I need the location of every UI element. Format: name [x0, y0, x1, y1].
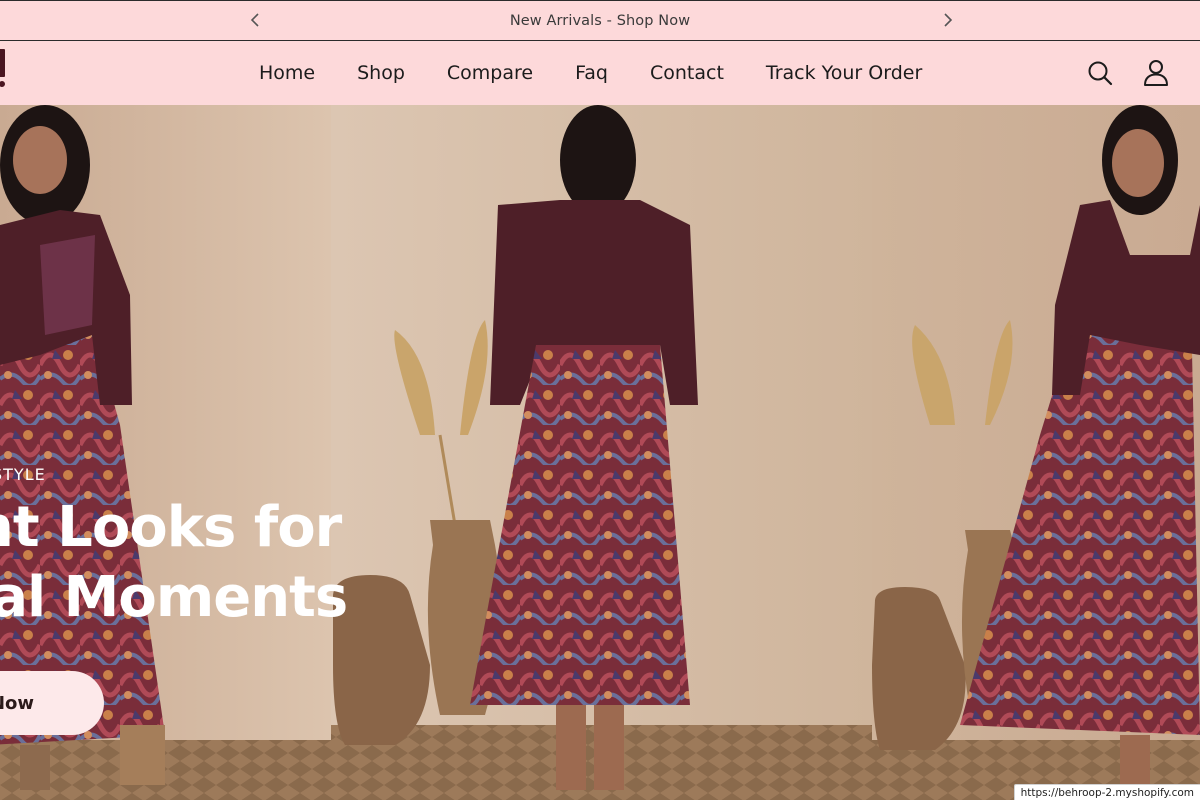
nav-home[interactable]: Home [259, 62, 315, 84]
hero-image [0, 105, 1200, 800]
shop-now-button-label: Now [0, 692, 34, 714]
nav-shop[interactable]: Shop [357, 62, 405, 84]
status-bar-url: https://behroop-2.myshopify.com [1013, 784, 1200, 800]
chevron-right-icon[interactable] [937, 9, 959, 31]
site-header: Home Shop Compare Faq Contact Track Your… [0, 41, 1200, 105]
hero-eyebrow: STYLE [0, 465, 46, 484]
logo[interactable] [0, 49, 8, 91]
announcement-text[interactable]: New Arrivals - Shop Now [510, 13, 690, 29]
user-icon[interactable] [1142, 59, 1170, 87]
hero-title-line-2: ial Moments [0, 565, 348, 630]
nav-contact[interactable]: Contact [650, 62, 724, 84]
hero-title-line-1: nt Looks for [0, 495, 342, 560]
main-nav: Home Shop Compare Faq Contact Track Your… [238, 41, 943, 105]
hero-banner: STYLE nt Looks for ial Moments Now [0, 105, 1200, 800]
nav-faq[interactable]: Faq [575, 62, 608, 84]
search-icon[interactable] [1086, 59, 1114, 87]
announcement-bar: New Arrivals - Shop Now [0, 0, 1200, 41]
model-front-right-image [872, 105, 1200, 800]
chevron-left-icon[interactable] [244, 9, 266, 31]
shop-now-button[interactable]: Now [0, 671, 104, 735]
model-back-center-image [331, 105, 872, 800]
nav-compare[interactable]: Compare [447, 62, 533, 84]
nav-track-order[interactable]: Track Your Order [766, 62, 922, 84]
